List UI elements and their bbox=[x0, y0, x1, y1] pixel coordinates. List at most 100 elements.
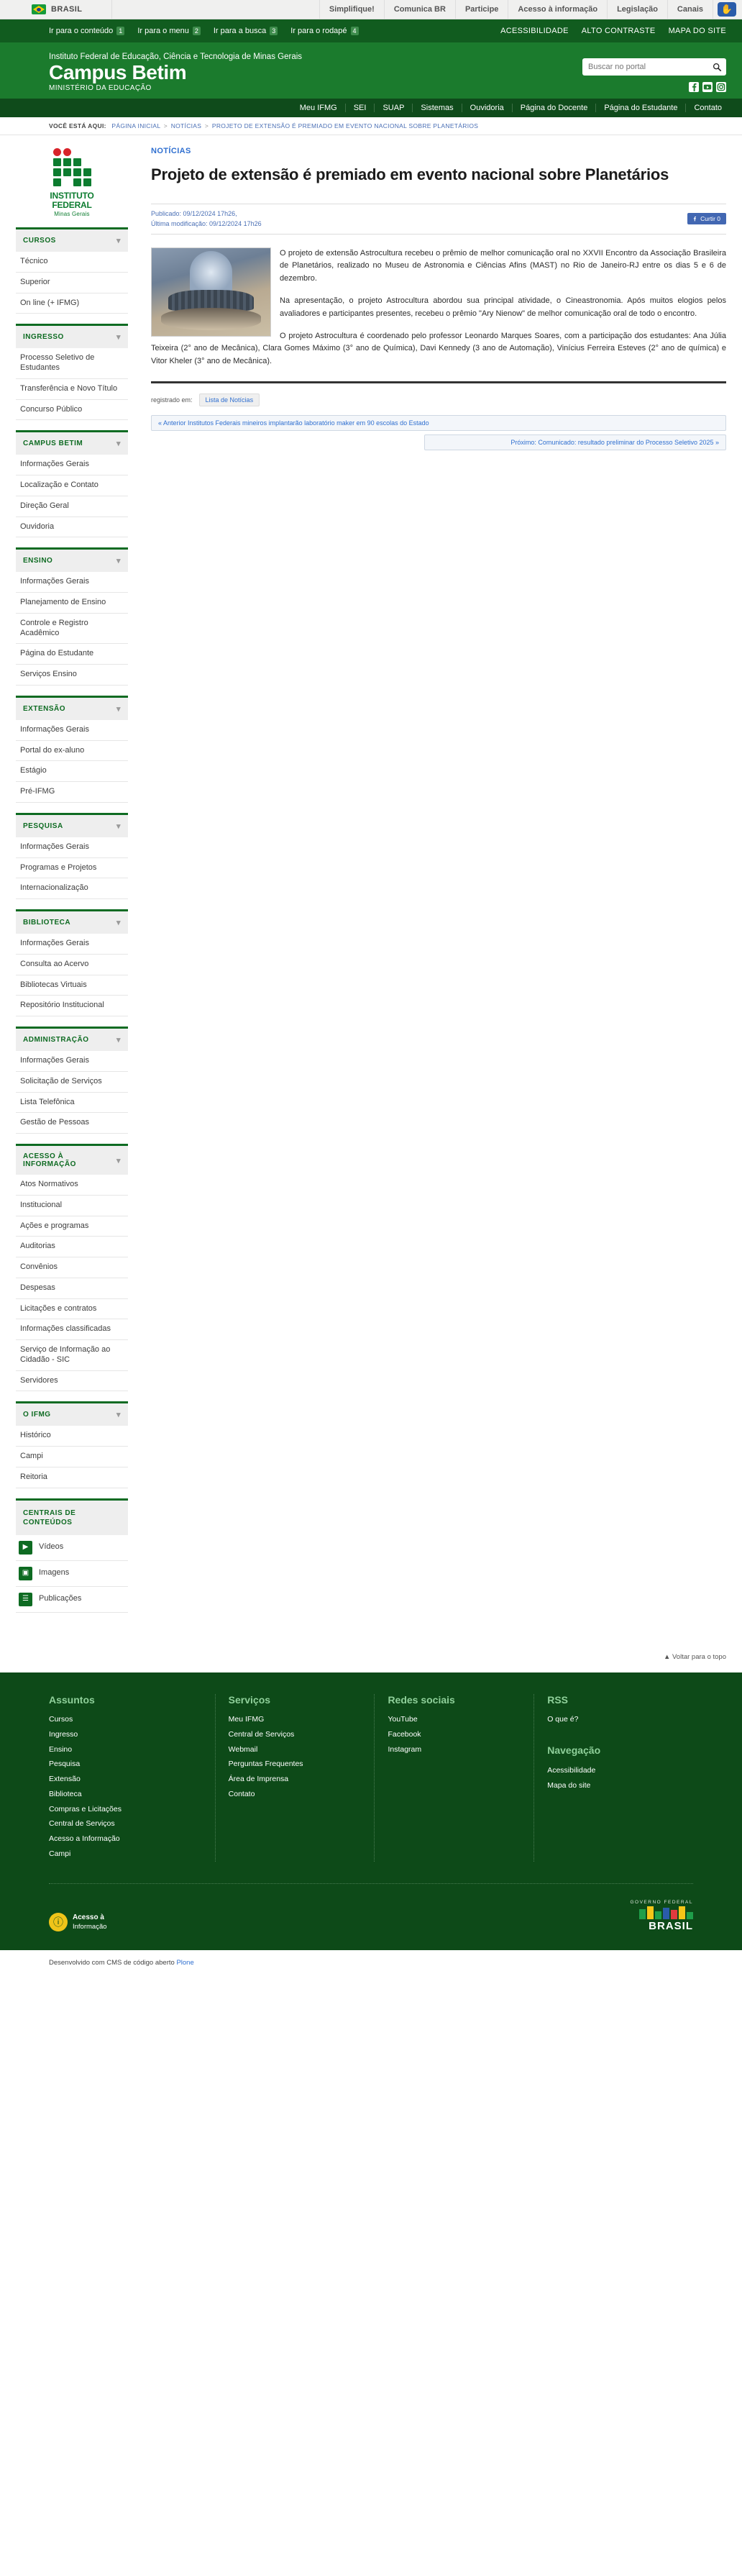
govbar-link-participe[interactable]: Participe bbox=[456, 0, 509, 19]
nav-sistemas[interactable]: Sistemas bbox=[413, 104, 462, 112]
footer-link-o-que-e[interactable]: O que é? bbox=[547, 1713, 693, 1728]
skip-to-footer[interactable]: Ir para o rodapé 4 bbox=[290, 27, 359, 35]
acesso-informacao-badge[interactable]: ⓘ Acesso à Informação bbox=[49, 1913, 107, 1932]
search-box[interactable] bbox=[582, 58, 726, 76]
chevron-down-icon[interactable]: ▾ bbox=[116, 332, 121, 342]
sidebar-item-sic[interactable]: Serviço de Informação ao Cidadão - SIC bbox=[16, 1340, 128, 1371]
back-to-top[interactable]: ▲ Voltar para o topo bbox=[0, 1637, 742, 1672]
sidebar-item-portal-ex-aluno[interactable]: Portal do ex-aluno bbox=[16, 741, 128, 762]
sidebar-item-auditorias[interactable]: Auditorias bbox=[16, 1237, 128, 1258]
sidebar-item-imagens[interactable]: ▣ Imagens bbox=[16, 1561, 128, 1587]
chevron-down-icon[interactable]: ▾ bbox=[116, 1410, 121, 1419]
nav-suap[interactable]: SUAP bbox=[375, 104, 413, 112]
plone-link[interactable]: Plone bbox=[176, 1959, 193, 1967]
sidebar-item-bibliotecas-virtuais[interactable]: Bibliotecas Virtuais bbox=[16, 975, 128, 996]
footer-link-meu-ifmg[interactable]: Meu IFMG bbox=[229, 1713, 375, 1728]
footer-link-compras-licitacoes[interactable]: Compras e Licitações bbox=[49, 1802, 215, 1817]
sidebar-item-pre-ifmg[interactable]: Pré-IFMG bbox=[16, 782, 128, 803]
govbar-link-acesso-informacao[interactable]: Acesso à informação bbox=[508, 0, 608, 19]
sidebar-item-biblioteca-informacoes[interactable]: Informações Gerais bbox=[16, 934, 128, 955]
ifmg-logo[interactable]: INSTITUTO FEDERAL Minas Gerais bbox=[16, 144, 128, 227]
chevron-down-icon[interactable]: ▾ bbox=[116, 556, 121, 565]
brasil-brand[interactable]: BRASIL bbox=[0, 0, 112, 19]
nav-contato[interactable]: Contato bbox=[686, 104, 722, 112]
sidebar-item-gestao-pessoas[interactable]: Gestão de Pessoas bbox=[16, 1113, 128, 1134]
sidebar-item-licitacoes-contratos[interactable]: Licitações e contratos bbox=[16, 1299, 128, 1320]
search-input[interactable] bbox=[588, 63, 713, 71]
sidebar-item-acoes-programas[interactable]: Ações e programas bbox=[16, 1216, 128, 1237]
sidebar-item-pagina-estudante[interactable]: Página do Estudante bbox=[16, 644, 128, 665]
govbar-link-simplifique[interactable]: Simplifique! bbox=[320, 0, 385, 19]
facebook-like-button[interactable]: Curtir 0 bbox=[687, 213, 726, 225]
sidebar-item-controle-registro[interactable]: Controle e Registro Acadêmico bbox=[16, 614, 128, 645]
sidebar-item-videos[interactable]: ▶ Vídeos bbox=[16, 1535, 128, 1561]
footer-link-cursos[interactable]: Cursos bbox=[49, 1713, 215, 1728]
sidebar-item-localizacao-contato[interactable]: Localização e Contato bbox=[16, 475, 128, 496]
skip-to-content[interactable]: Ir para o conteúdo 1 bbox=[49, 27, 125, 35]
sidebar-item-solicitacao-servicos[interactable]: Solicitação de Serviços bbox=[16, 1072, 128, 1093]
footer-link-campi[interactable]: Campi bbox=[49, 1847, 215, 1862]
sidebar-item-ouvidoria[interactable]: Ouvidoria bbox=[16, 517, 128, 538]
sidebar-item-reitoria[interactable]: Reitoria bbox=[16, 1467, 128, 1488]
search-icon[interactable] bbox=[713, 63, 722, 72]
footer-link-ensino[interactable]: Ensino bbox=[49, 1742, 215, 1757]
next-article-link[interactable]: Próximo: Comunicado: resultado prelimina… bbox=[424, 434, 726, 451]
nav-pagina-estudante[interactable]: Página do Estudante bbox=[596, 104, 687, 112]
sidebar-item-convenios[interactable]: Convênios bbox=[16, 1257, 128, 1278]
sidebar-item-publicacoes[interactable]: ☰ Publicações bbox=[16, 1587, 128, 1613]
sidebar-block-acesso-informacao-header[interactable]: ACESSO À INFORMAÇÃO ▾ bbox=[16, 1144, 128, 1175]
footer-link-facebook[interactable]: Facebook bbox=[388, 1727, 533, 1742]
sidebar-block-ensino-header[interactable]: ENSINO ▾ bbox=[16, 547, 128, 573]
footer-link-central-servicos[interactable]: Central de Serviços bbox=[229, 1727, 375, 1742]
govbar-link-legislacao[interactable]: Legislação bbox=[608, 0, 668, 19]
back-to-top-link[interactable]: ▲ Voltar para o topo bbox=[664, 1653, 726, 1661]
footer-link-central-servicos-assuntos[interactable]: Central de Serviços bbox=[49, 1817, 215, 1832]
sidebar-item-pesquisa-informacoes[interactable]: Informações Gerais bbox=[16, 837, 128, 858]
footer-link-pesquisa[interactable]: Pesquisa bbox=[49, 1757, 215, 1772]
sidebar-block-o-ifmg-header[interactable]: O IFMG ▾ bbox=[16, 1401, 128, 1426]
link-alto-contraste[interactable]: ALTO CONTRASTE bbox=[582, 27, 656, 35]
chevron-down-icon[interactable]: ▾ bbox=[116, 918, 121, 927]
govbar-link-comunica-br[interactable]: Comunica BR bbox=[385, 0, 456, 19]
sidebar-item-admin-informacoes[interactable]: Informações Gerais bbox=[16, 1051, 128, 1072]
sidebar-item-despesas[interactable]: Despesas bbox=[16, 1278, 128, 1299]
sidebar-item-concurso-publico[interactable]: Concurso Público bbox=[16, 400, 128, 421]
tag-lista-de-noticias[interactable]: Lista de Notícias bbox=[198, 393, 260, 407]
footer-link-extensao[interactable]: Extensão bbox=[49, 1772, 215, 1788]
sidebar-item-informacoes-classificadas[interactable]: Informações classificadas bbox=[16, 1319, 128, 1341]
sidebar-block-pesquisa-header[interactable]: PESQUISA ▾ bbox=[16, 812, 128, 837]
footer-link-youtube[interactable]: YouTube bbox=[388, 1713, 533, 1728]
chevron-down-icon[interactable]: ▾ bbox=[116, 439, 121, 448]
sidebar-item-historico[interactable]: Histórico bbox=[16, 1426, 128, 1447]
sidebar-item-transferencia[interactable]: Transferência e Novo Título bbox=[16, 379, 128, 400]
nav-meu-ifmg[interactable]: Meu IFMG bbox=[292, 104, 346, 112]
sidebar-item-informacoes-gerais-campus[interactable]: Informações Gerais bbox=[16, 455, 128, 476]
breadcrumb-home[interactable]: PÁGINA INICIAL bbox=[111, 122, 160, 129]
article-kicker[interactable]: NOTÍCIAS bbox=[151, 147, 726, 155]
youtube-icon[interactable] bbox=[702, 82, 713, 92]
sidebar-item-servicos-ensino[interactable]: Serviços Ensino bbox=[16, 665, 128, 686]
skip-to-menu[interactable]: Ir para o menu 2 bbox=[137, 27, 201, 35]
footer-link-perguntas-frequentes[interactable]: Perguntas Frequentes bbox=[229, 1757, 375, 1772]
footer-link-instagram[interactable]: Instagram bbox=[388, 1742, 533, 1757]
sidebar-block-administracao-header[interactable]: ADMINISTRAÇÃO ▾ bbox=[16, 1027, 128, 1052]
nav-ouvidoria[interactable]: Ouvidoria bbox=[462, 104, 513, 112]
sidebar-block-cursos-header[interactable]: CURSOS ▾ bbox=[16, 227, 128, 252]
sidebar-item-servidores[interactable]: Servidores bbox=[16, 1371, 128, 1392]
skip-to-search[interactable]: Ir para a busca 3 bbox=[214, 27, 278, 35]
sidebar-item-lista-telefonica[interactable]: Lista Telefônica bbox=[16, 1093, 128, 1114]
sidebar-item-repositorio-institucional[interactable]: Repositório Institucional bbox=[16, 996, 128, 1017]
site-branding[interactable]: Instituto Federal de Educação, Ciência e… bbox=[49, 53, 302, 92]
libras-hand-icon[interactable]: ✋ bbox=[718, 2, 736, 17]
footer-link-biblioteca[interactable]: Biblioteca bbox=[49, 1787, 215, 1802]
chevron-down-icon[interactable]: ▾ bbox=[116, 704, 121, 714]
footer-link-ingresso[interactable]: Ingresso bbox=[49, 1727, 215, 1742]
sidebar-item-planejamento-ensino[interactable]: Planejamento de Ensino bbox=[16, 593, 128, 614]
sidebar-item-online[interactable]: On line (+ IFMG) bbox=[16, 293, 128, 314]
sidebar-item-campi[interactable]: Campi bbox=[16, 1447, 128, 1467]
sidebar-item-programas-projetos[interactable]: Programas e Projetos bbox=[16, 858, 128, 879]
footer-link-area-imprensa[interactable]: Área de Imprensa bbox=[229, 1772, 375, 1788]
sidebar-item-superior[interactable]: Superior bbox=[16, 273, 128, 293]
footer-link-webmail[interactable]: Webmail bbox=[229, 1742, 375, 1757]
sidebar-block-extensao-header[interactable]: EXTENSÃO ▾ bbox=[16, 695, 128, 720]
